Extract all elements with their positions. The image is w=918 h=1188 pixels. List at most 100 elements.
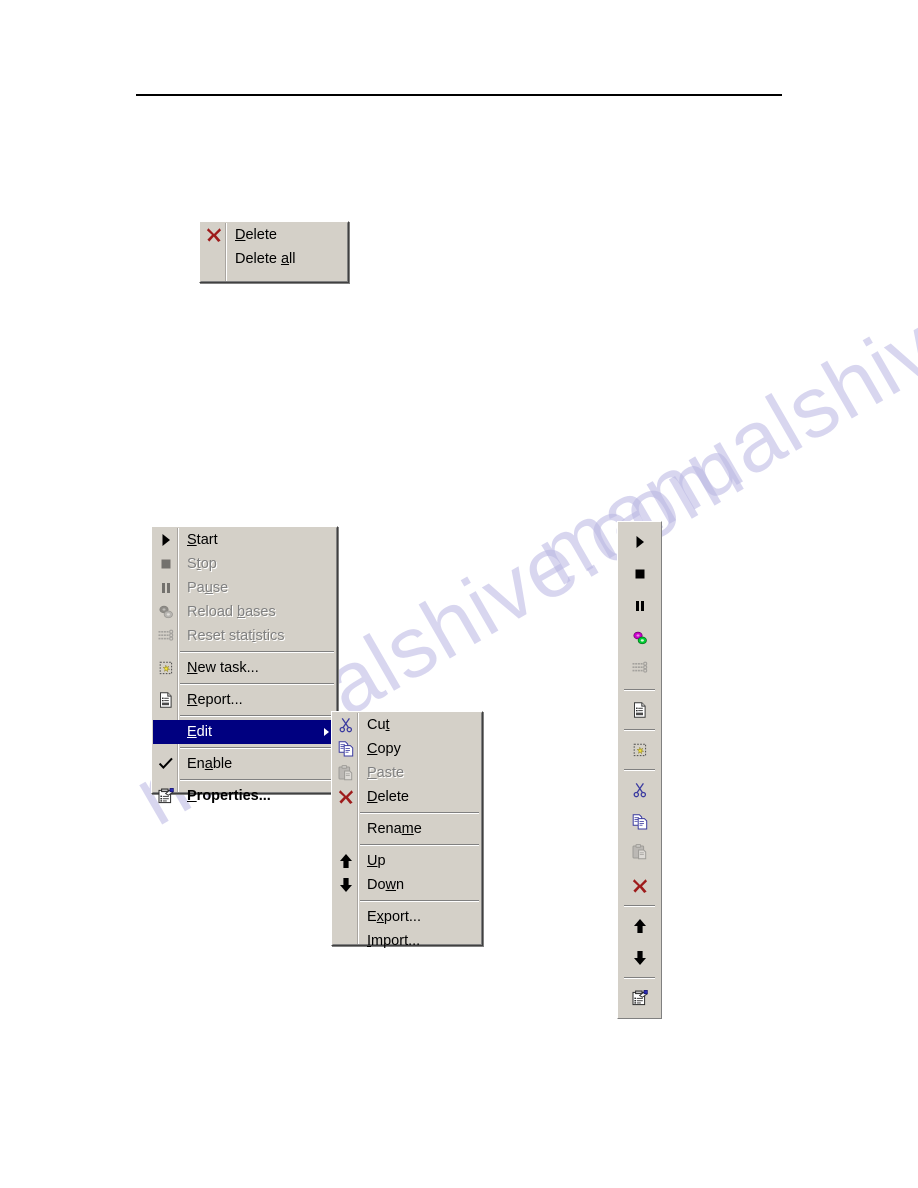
- menu-item-label: Stop: [187, 555, 217, 572]
- menu-item-cut[interactable]: Cut: [333, 713, 481, 737]
- watermark-layer: manualshive.com manualshive.com: [0, 0, 918, 1188]
- menu-item-label: Paste: [367, 764, 405, 781]
- menu-item-label: Rename: [367, 820, 422, 837]
- toolbar-button-down[interactable]: [618, 942, 661, 974]
- toolbar-button-pause[interactable]: [618, 590, 661, 622]
- none: [153, 721, 179, 743]
- menu-item-delete[interactable]: Delete: [201, 223, 347, 247]
- toolbar-button-reset_stats[interactable]: [618, 654, 661, 686]
- menu-item-stop[interactable]: Stop: [153, 552, 336, 576]
- menu-item-label: Reset statistics: [187, 627, 285, 644]
- menu-item-report[interactable]: Report...: [153, 688, 336, 712]
- toolbar-button-reload[interactable]: [618, 622, 661, 654]
- menu-separator: [180, 683, 334, 685]
- menu-item-label: Import...: [367, 932, 421, 949]
- toolbar-button-start[interactable]: [618, 526, 661, 558]
- menu-item-label: Pause: [187, 579, 229, 596]
- menu-item-label: Edit: [187, 723, 212, 740]
- menu-separator: [360, 900, 479, 902]
- menu-item-edit[interactable]: Edit: [153, 720, 336, 744]
- menu-item-new_task[interactable]: New task...: [153, 656, 336, 680]
- toolbar-button-delete[interactable]: [618, 870, 661, 902]
- delete-x-icon: [201, 224, 227, 246]
- reload-bases-icon: [153, 601, 179, 623]
- arrow-up-icon: [333, 850, 359, 872]
- menu-item-label: Down: [367, 876, 405, 893]
- stop-icon: [631, 565, 649, 583]
- menu-item-reset_stats[interactable]: Reset statistics: [153, 624, 336, 648]
- menu-item-label: Cut: [367, 716, 390, 733]
- menu-item-label: Report...: [187, 691, 243, 708]
- task-context-menu[interactable]: Start Stop Pause Reload bases Reset statisti…: [151, 526, 338, 804]
- menu-item-label: Export...: [367, 908, 421, 925]
- delete-context-menu[interactable]: Delete Delete all: [199, 221, 349, 283]
- none: [333, 818, 359, 840]
- toolbar-button-properties[interactable]: [618, 982, 661, 1014]
- cut-icon: [631, 781, 649, 799]
- play-icon: [153, 529, 179, 551]
- checkmark-icon: [153, 753, 179, 775]
- menu-item-label: New task...: [187, 659, 259, 676]
- reset-stats-icon: [631, 659, 649, 682]
- menu-item-copy[interactable]: Copy: [333, 737, 481, 761]
- menu-item-paste[interactable]: Paste: [333, 761, 481, 785]
- play-icon: [631, 533, 649, 551]
- edit-submenu[interactable]: Cut Copy Paste Delete Rename Up Down Export... I…: [331, 711, 483, 948]
- menu-separator: [180, 715, 334, 717]
- report-icon: [153, 689, 179, 711]
- menu-item-label: Delete: [235, 226, 277, 243]
- report-icon: [631, 701, 649, 719]
- pause-icon: [631, 597, 649, 615]
- toolbar-separator: [624, 729, 655, 731]
- toolbar-separator: [624, 905, 655, 907]
- arrow-down-icon: [333, 874, 359, 896]
- menu-item-reload[interactable]: Reload bases: [153, 600, 336, 624]
- menu-item-label: Copy: [367, 740, 401, 757]
- menu-item-label: Reload bases: [187, 603, 276, 620]
- menu-item-export[interactable]: Export...: [333, 905, 481, 929]
- toolbar-button-report[interactable]: [618, 694, 661, 726]
- delete-x-icon: [333, 786, 359, 808]
- menu-item-properties[interactable]: Properties...: [153, 784, 336, 808]
- menu-item-up[interactable]: Up: [333, 849, 481, 873]
- menu-item-start[interactable]: Start: [153, 528, 336, 552]
- new-task-icon: [631, 741, 649, 759]
- toolbar-button-paste[interactable]: [618, 838, 661, 870]
- menu-item-label: Delete all: [235, 250, 296, 267]
- menu-separator: [180, 651, 334, 653]
- arrow-up-icon: [631, 917, 649, 935]
- watermark-text: manualshive.com: [520, 178, 918, 605]
- arrow-down-icon: [631, 949, 649, 967]
- menu-item-label: Enable: [187, 755, 233, 772]
- reload-bases-icon: [631, 629, 649, 647]
- none: [333, 906, 359, 928]
- menu-item-rename[interactable]: Rename: [333, 817, 481, 841]
- toolbar-button-cut[interactable]: [618, 774, 661, 806]
- menu-item-delete[interactable]: Delete: [333, 785, 481, 809]
- menu-separator: [180, 747, 334, 749]
- toolbar-button-new_task[interactable]: [618, 734, 661, 766]
- page-header-rule: [136, 94, 782, 96]
- menu-item-import[interactable]: Import...: [333, 929, 481, 953]
- copy-icon: [333, 738, 359, 760]
- chevron-right-icon: [324, 728, 329, 736]
- menu-item-down[interactable]: Down: [333, 873, 481, 897]
- menu-item-label: Up: [367, 852, 386, 869]
- menu-item-pause[interactable]: Pause: [153, 576, 336, 600]
- toolbar-button-stop[interactable]: [618, 558, 661, 590]
- none: [201, 248, 227, 270]
- menu-item-delete_all[interactable]: Delete all: [201, 247, 347, 271]
- menu-item-label: Properties...: [187, 787, 271, 804]
- paste-icon: [333, 762, 359, 784]
- toolbar-separator: [624, 977, 655, 979]
- menu-separator: [360, 844, 479, 846]
- toolbar-button-up[interactable]: [618, 910, 661, 942]
- menu-item-enable[interactable]: Enable: [153, 752, 336, 776]
- menu-item-label: Start: [187, 531, 218, 548]
- stop-icon: [153, 553, 179, 575]
- new-task-icon: [153, 657, 179, 679]
- cut-icon: [333, 714, 359, 736]
- vertical-toolbar[interactable]: [617, 521, 662, 1019]
- menu-item-label: Delete: [367, 788, 409, 805]
- toolbar-button-copy[interactable]: [618, 806, 661, 838]
